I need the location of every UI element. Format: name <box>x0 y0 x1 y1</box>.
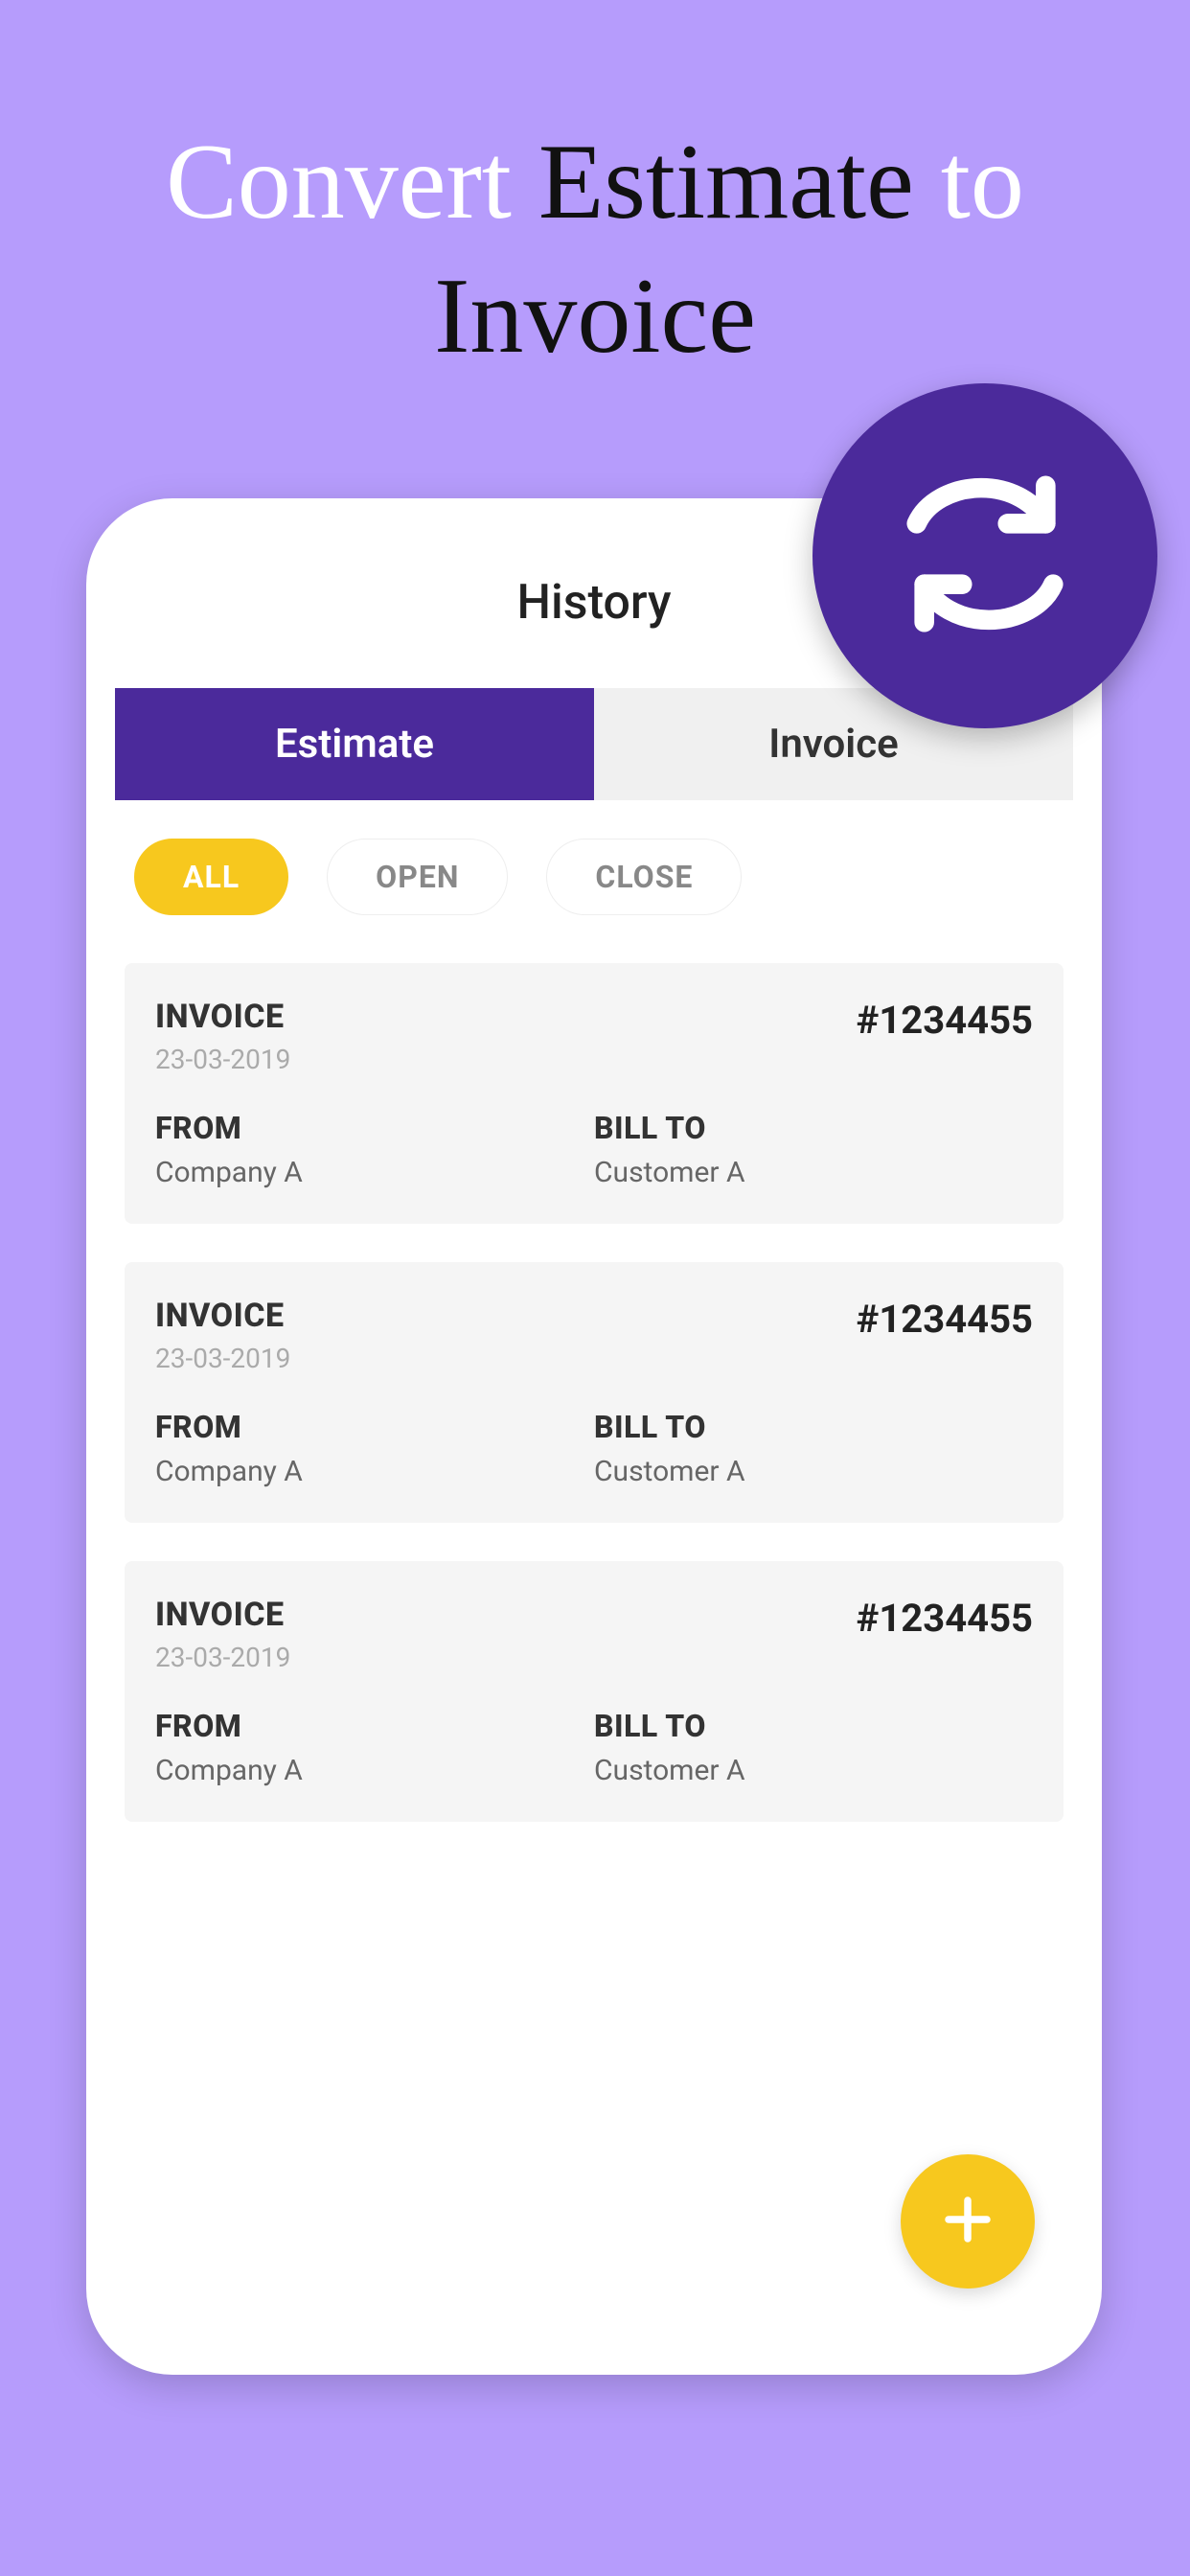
billto-label: BILL TO <box>594 1110 1033 1146</box>
from-value: Company A <box>155 1455 594 1488</box>
card-type: INVOICE <box>155 1297 290 1335</box>
filter-row: ALL OPEN CLOSE <box>115 800 1073 944</box>
hero-title: Convert Estimate to Invoice <box>0 0 1190 383</box>
phone-frame: History Estimate Invoice ALL OPEN CLOSE … <box>86 498 1102 2375</box>
from-label: FROM <box>155 1110 594 1146</box>
hero-word-to: to <box>941 123 1024 242</box>
invoice-card[interactable]: INVOICE 23-03-2019 #1234455 FROM Company… <box>125 1262 1064 1523</box>
billto-value: Customer A <box>594 1455 1033 1488</box>
from-label: FROM <box>155 1708 594 1744</box>
filter-all[interactable]: ALL <box>134 839 288 915</box>
invoice-card[interactable]: INVOICE 23-03-2019 #1234455 FROM Company… <box>125 1561 1064 1822</box>
from-value: Company A <box>155 1156 594 1189</box>
add-button[interactable] <box>901 2154 1035 2288</box>
card-date: 23-03-2019 <box>155 1343 290 1374</box>
from-value: Company A <box>155 1754 594 1787</box>
from-label: FROM <box>155 1409 594 1445</box>
card-number: #1234455 <box>857 1297 1033 1342</box>
plus-icon <box>939 2191 996 2252</box>
tab-estimate[interactable]: Estimate <box>115 688 594 800</box>
hero-word-invoice: Invoice <box>434 257 756 376</box>
card-type: INVOICE <box>155 998 290 1036</box>
card-number: #1234455 <box>857 998 1033 1043</box>
card-type: INVOICE <box>155 1596 290 1634</box>
card-list: INVOICE 23-03-2019 #1234455 FROM Company… <box>115 944 1073 1879</box>
card-number: #1234455 <box>857 1596 1033 1641</box>
sync-icon <box>894 463 1076 649</box>
billto-value: Customer A <box>594 1156 1033 1189</box>
card-date: 23-03-2019 <box>155 1044 290 1075</box>
convert-button[interactable] <box>812 383 1157 728</box>
billto-label: BILL TO <box>594 1409 1033 1445</box>
invoice-card[interactable]: INVOICE 23-03-2019 #1234455 FROM Company… <box>125 963 1064 1224</box>
card-date: 23-03-2019 <box>155 1642 290 1673</box>
hero-word-estimate: Estimate <box>538 123 914 242</box>
filter-close[interactable]: CLOSE <box>546 839 742 915</box>
billto-label: BILL TO <box>594 1708 1033 1744</box>
filter-open[interactable]: OPEN <box>327 839 508 915</box>
hero-word-convert: Convert <box>166 123 512 242</box>
billto-value: Customer A <box>594 1754 1033 1787</box>
